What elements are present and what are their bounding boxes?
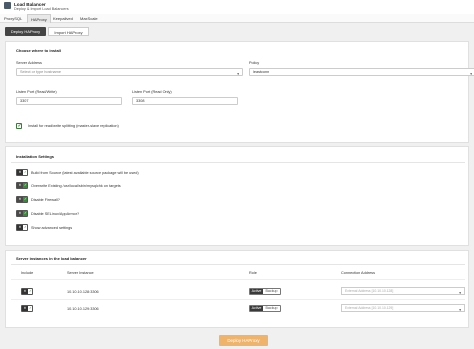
server-instance-row-2: 10.10.10.129:3306 — [67, 306, 99, 311]
deploy-haproxy-button[interactable]: Deploy HAProxy — [219, 335, 268, 346]
listen-ro-label: Listen Port (Read Only) — [132, 90, 172, 94]
app-header: Load Balancer Deploy & Import Load Balan… — [0, 0, 474, 14]
connection-address-row-1[interactable]: External Address [10.10.10.128] ▾ — [341, 287, 465, 295]
instances-section-title: Server instances in the load balancer — [16, 256, 87, 261]
role-backup[interactable]: Backup — [263, 306, 280, 311]
server-address-placeholder: Select or type hostname — [20, 70, 61, 74]
policy-value: leastconn — [253, 70, 270, 74]
chevron-down-icon: ▾ — [459, 291, 461, 295]
include-toggle-row-1[interactable]: ✕ ✓ — [21, 288, 33, 295]
checkmark-icon: ✓ — [28, 306, 32, 311]
disable-selinux-label: Disable SELinux/AppArmor? — [31, 211, 80, 216]
divider — [11, 264, 465, 265]
chevron-down-icon: ▾ — [237, 72, 239, 76]
connection-address-value: External Address [10.10.10.129] — [345, 306, 394, 310]
col-include: Include — [21, 271, 34, 275]
tab-bar: ProxySQL HAProxy Keepalived MaxScale — [0, 14, 474, 23]
connection-address-row-2[interactable]: External Address [10.10.10.129] ▾ — [341, 304, 465, 312]
policy-label: Policy — [249, 61, 260, 65]
role-switch-row-1[interactable]: Active Backup — [249, 288, 281, 295]
divider — [11, 162, 465, 163]
listen-rw-input[interactable]: 3307 — [16, 97, 122, 105]
show-advanced-toggle[interactable]: ✕ ✓ — [16, 224, 28, 231]
instances-card: Server instances in the load balancer In… — [5, 250, 469, 328]
server-instance-row-1: 10.10.10.128:3306 — [67, 289, 99, 294]
load-balancer-icon — [4, 2, 11, 9]
listen-ro-input[interactable]: 3308 — [132, 97, 238, 105]
listen-rw-label: Listen Port (Read/Write) — [16, 90, 57, 94]
disable-selinux-toggle[interactable]: ✕ ✓ — [16, 210, 28, 217]
build-from-source-toggle[interactable]: ✕ ✓ — [16, 169, 28, 176]
rw-split-checkbox[interactable]: ✓ — [16, 123, 22, 129]
tab-maxscale[interactable]: MaxScale — [77, 14, 101, 23]
tab-haproxy[interactable]: HAProxy — [27, 14, 51, 23]
tab-keepalived[interactable]: Keepalived — [50, 14, 76, 23]
page-title: Load Balancer — [14, 1, 46, 7]
page-subtitle: Deploy & Import Load Balancers — [14, 7, 69, 11]
policy-select[interactable]: leastconn ▾ — [249, 68, 474, 76]
disable-firewall-toggle[interactable]: ✕ ✓ — [16, 196, 28, 203]
checkmark-icon: ✓ — [23, 170, 27, 175]
checkmark-icon: ✓ — [28, 289, 32, 294]
checkmark-icon: ✓ — [23, 197, 27, 202]
settings-card: Installation Settings ✕ ✓ Build from Sour… — [5, 146, 469, 246]
server-address-label: Server Address — [16, 61, 42, 65]
role-active[interactable]: Active — [250, 289, 263, 294]
checkmark-icon: ✓ — [23, 183, 27, 188]
role-active[interactable]: Active — [250, 306, 263, 311]
overwrite-mysqlchk-toggle[interactable]: ✕ ✓ — [16, 182, 28, 189]
tab-deploy-haproxy[interactable]: Deploy HAProxy — [5, 27, 46, 36]
tab-import-haproxy[interactable]: Import HAProxy — [48, 27, 89, 36]
checkmark-icon: ✓ — [17, 122, 22, 129]
role-backup[interactable]: Backup — [263, 289, 280, 294]
disable-firewall-label: Disable Firewall? — [31, 197, 60, 202]
connection-address-value: External Address [10.10.10.128] — [345, 289, 394, 293]
overwrite-mysqlchk-label: Overwrite Existing /usr/local/sbin/mysql… — [31, 183, 121, 188]
col-server-instance: Server Instance — [67, 271, 94, 275]
include-toggle-row-2[interactable]: ✕ ✓ — [21, 305, 33, 312]
settings-section-title: Installation Settings — [16, 154, 55, 159]
col-role: Role — [249, 271, 257, 275]
install-section-title: Choose where to install — [16, 48, 61, 53]
server-address-input[interactable]: Select or type hostname ▾ — [16, 68, 243, 76]
chevron-down-icon: ▾ — [459, 308, 461, 312]
checkmark-icon: ✓ — [23, 225, 27, 230]
table-header-divider — [11, 279, 465, 280]
tab-proxysql[interactable]: ProxySQL — [1, 14, 25, 23]
col-connection-address: Connection Address — [341, 271, 375, 275]
row-divider — [11, 299, 465, 300]
role-switch-row-2[interactable]: Active Backup — [249, 305, 281, 312]
checkmark-icon: ✓ — [23, 211, 27, 216]
build-from-source-label: Build from Source (latest available sour… — [31, 170, 139, 175]
rw-split-label: Install for read/write splitting (master… — [28, 124, 119, 128]
show-advanced-label: Show advanced settings — [31, 225, 73, 230]
chevron-down-icon: ▾ — [470, 72, 472, 76]
install-card: Choose where to install Server Address S… — [5, 41, 474, 143]
